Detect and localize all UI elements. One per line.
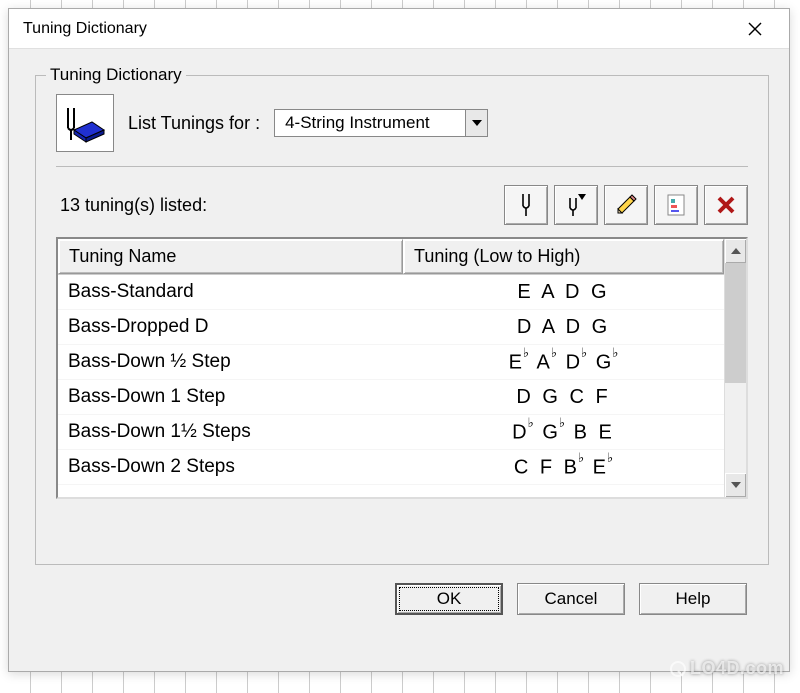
watermark: LO4D.com (670, 658, 784, 679)
cell-tuning-notes: D♭ G♭ B E (403, 415, 724, 449)
cell-tuning-notes: E♭ A♭ D♭ G♭ (403, 345, 724, 379)
instrument-combo[interactable]: 4-String Instrument (274, 109, 488, 137)
table-header: Tuning Name Tuning (Low to High) (58, 239, 724, 275)
cell-tuning-name: Bass-Standard (58, 277, 403, 307)
cell-tuning-name: Bass-Down 1½ Steps (58, 417, 403, 447)
dialog-buttons: OK Cancel Help (35, 565, 769, 621)
tuning-table: Tuning Name Tuning (Low to High) Bass-St… (56, 237, 748, 499)
table-body: Bass-StandardE A D GBass-Dropped DD A D … (58, 275, 724, 485)
scroll-up-button[interactable] (725, 239, 746, 263)
delete-icon (715, 194, 737, 216)
book-tuning-fork-icon (56, 94, 114, 152)
cell-tuning-notes: E A D G (403, 277, 724, 308)
table-row[interactable]: Bass-Down 1 StepD G C F (58, 380, 724, 415)
filter-tuning-button[interactable] (554, 185, 598, 225)
page-icon (665, 193, 687, 217)
cancel-button[interactable]: Cancel (517, 583, 625, 615)
scrollbar[interactable] (724, 239, 746, 497)
titlebar: Tuning Dictionary (9, 9, 789, 49)
chevron-up-icon (731, 248, 741, 254)
tuning-dictionary-group: Tuning Dictionary List Tuni (35, 75, 769, 565)
table-row[interactable]: Bass-Dropped DD A D G (58, 310, 724, 345)
pencil-icon (614, 193, 638, 217)
cell-tuning-notes: D A D G (403, 312, 724, 343)
close-icon (748, 22, 762, 36)
tuning-fork-filter-icon (564, 192, 588, 218)
instrument-combo-value: 4-String Instrument (275, 110, 465, 136)
column-tuning-name[interactable]: Tuning Name (58, 239, 403, 274)
scroll-thumb[interactable] (725, 263, 746, 383)
delete-tuning-button[interactable] (704, 185, 748, 225)
ok-button[interactable]: OK (395, 583, 503, 615)
cell-tuning-name: Bass-Down 1 Step (58, 382, 403, 412)
table-row[interactable]: Bass-Down 1½ StepsD♭ G♭ B E (58, 415, 724, 450)
list-tunings-label: List Tunings for : (128, 113, 260, 134)
close-button[interactable] (735, 14, 775, 44)
scroll-down-button[interactable] (725, 473, 746, 497)
tuning-count-label: 13 tuning(s) listed: (56, 195, 207, 216)
cell-tuning-notes: D G C F (403, 382, 724, 413)
scroll-track[interactable] (725, 263, 746, 473)
cell-tuning-notes: C F B♭ E♭ (403, 450, 724, 484)
properties-button[interactable] (654, 185, 698, 225)
group-legend: Tuning Dictionary (46, 65, 186, 85)
column-tuning-notes[interactable]: Tuning (Low to High) (403, 239, 724, 274)
table-row[interactable]: Bass-Down ½ StepE♭ A♭ D♭ G♭ (58, 345, 724, 380)
chevron-down-icon[interactable] (465, 110, 487, 136)
edit-tuning-button[interactable] (604, 185, 648, 225)
toolbar (504, 185, 748, 225)
help-button[interactable]: Help (639, 583, 747, 615)
add-tuning-button[interactable] (504, 185, 548, 225)
table-row[interactable]: Bass-StandardE A D G (58, 275, 724, 310)
cell-tuning-name: Bass-Down ½ Step (58, 347, 403, 377)
table-row[interactable]: Bass-Down 2 StepsC F B♭ E♭ (58, 450, 724, 485)
tuning-fork-icon (515, 192, 537, 218)
tuning-dictionary-dialog: Tuning Dictionary Tuning Dictionary (8, 8, 790, 672)
chevron-down-icon (731, 482, 741, 488)
dialog-title: Tuning Dictionary (23, 20, 147, 38)
cell-tuning-name: Bass-Dropped D (58, 312, 403, 342)
divider (56, 166, 748, 167)
cell-tuning-name: Bass-Down 2 Steps (58, 452, 403, 482)
magnifier-icon (670, 661, 686, 677)
